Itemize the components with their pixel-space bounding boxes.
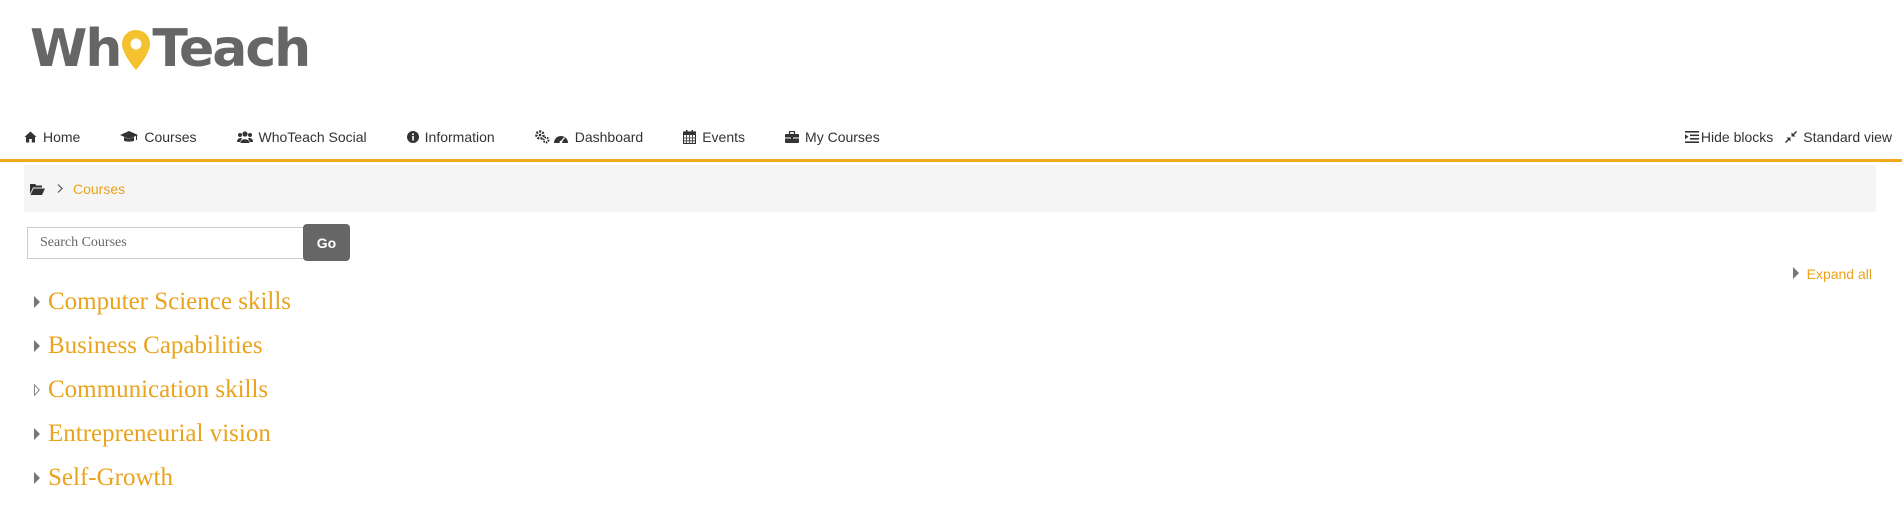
graduation-cap-icon xyxy=(120,131,139,143)
users-icon xyxy=(236,131,253,143)
category-name[interactable]: Self-Growth xyxy=(48,464,173,492)
category-item[interactable]: Self-Growth xyxy=(34,456,291,500)
caret-right-icon xyxy=(34,340,48,352)
nav-item-label: Events xyxy=(702,129,746,145)
expand-all-label: Expand all xyxy=(1806,266,1872,282)
nav-menu: Home Courses WhoTeach Social Information… xyxy=(0,115,920,159)
nav-item-label: My Courses xyxy=(805,129,880,145)
category-name[interactable]: Computer Science skills xyxy=(48,288,291,316)
logo-text-left: Wh xyxy=(30,19,122,79)
category-name[interactable]: Business Capabilities xyxy=(48,332,263,360)
briefcase-icon xyxy=(785,131,800,143)
hide-blocks-button[interactable]: Hide blocks xyxy=(1684,115,1774,159)
course-search-form: Go xyxy=(27,224,350,261)
nav-item-events[interactable]: Events xyxy=(683,115,745,159)
category-item[interactable]: Entrepreneurial vision xyxy=(34,412,291,456)
logo-text-right: Teach xyxy=(152,19,311,79)
nav-item-whoteach-social[interactable]: WhoTeach Social xyxy=(236,115,367,159)
expand-all-link[interactable]: Expand all xyxy=(1792,266,1872,282)
main-navbar: Home Courses WhoTeach Social Information… xyxy=(0,115,1902,162)
nav-item-dashboard[interactable]: Dashboard xyxy=(534,115,644,159)
category-item[interactable]: Communication skills xyxy=(34,368,291,412)
home-icon xyxy=(24,131,37,143)
folder-open-icon[interactable] xyxy=(30,183,45,195)
whoteach-logo[interactable]: Wh Teach xyxy=(30,18,311,84)
calendar-icon xyxy=(683,130,697,144)
map-pin-icon xyxy=(121,18,151,80)
nav-item-label: Home xyxy=(43,129,81,145)
chevron-right-icon xyxy=(57,182,63,196)
breadcrumb: Courses xyxy=(24,165,1876,212)
hide-blocks-label: Hide blocks xyxy=(1700,129,1774,145)
standard-view-label: Standard view xyxy=(1803,129,1892,145)
nav-item-label: Dashboard xyxy=(574,129,644,145)
caret-right-icon xyxy=(34,428,48,440)
caret-right-icon xyxy=(1792,266,1799,282)
compress-icon xyxy=(1785,131,1798,143)
standard-view-button[interactable]: Standard view xyxy=(1785,115,1892,159)
nav-item-label: Courses xyxy=(144,129,197,145)
indent-icon xyxy=(1684,131,1699,143)
caret-right-icon xyxy=(34,296,48,308)
cogs-dashboard-icon xyxy=(534,130,569,144)
course-category-list: Computer Science skills Business Capabil… xyxy=(34,280,291,500)
category-name[interactable]: Communication skills xyxy=(48,376,268,404)
nav-item-home[interactable]: Home xyxy=(24,115,80,159)
view-options: Hide blocks Standard view xyxy=(1673,115,1892,159)
category-item[interactable]: Business Capabilities xyxy=(34,324,291,368)
go-button[interactable]: Go xyxy=(303,224,350,261)
caret-right-icon xyxy=(34,472,48,484)
nav-item-label: Information xyxy=(424,129,495,145)
nav-item-label: WhoTeach Social xyxy=(258,129,367,145)
caret-right-outline-icon xyxy=(34,384,48,396)
nav-item-information[interactable]: Information xyxy=(406,115,495,159)
category-name[interactable]: Entrepreneurial vision xyxy=(48,420,271,448)
info-circle-icon xyxy=(406,131,419,143)
nav-item-courses[interactable]: Courses xyxy=(120,115,197,159)
category-item[interactable]: Computer Science skills xyxy=(34,280,291,324)
search-courses-input[interactable] xyxy=(27,226,305,259)
nav-item-my-courses[interactable]: My Courses xyxy=(785,115,880,159)
header: Wh Teach xyxy=(0,0,1902,115)
breadcrumb-item-courses[interactable]: Courses xyxy=(73,181,125,197)
